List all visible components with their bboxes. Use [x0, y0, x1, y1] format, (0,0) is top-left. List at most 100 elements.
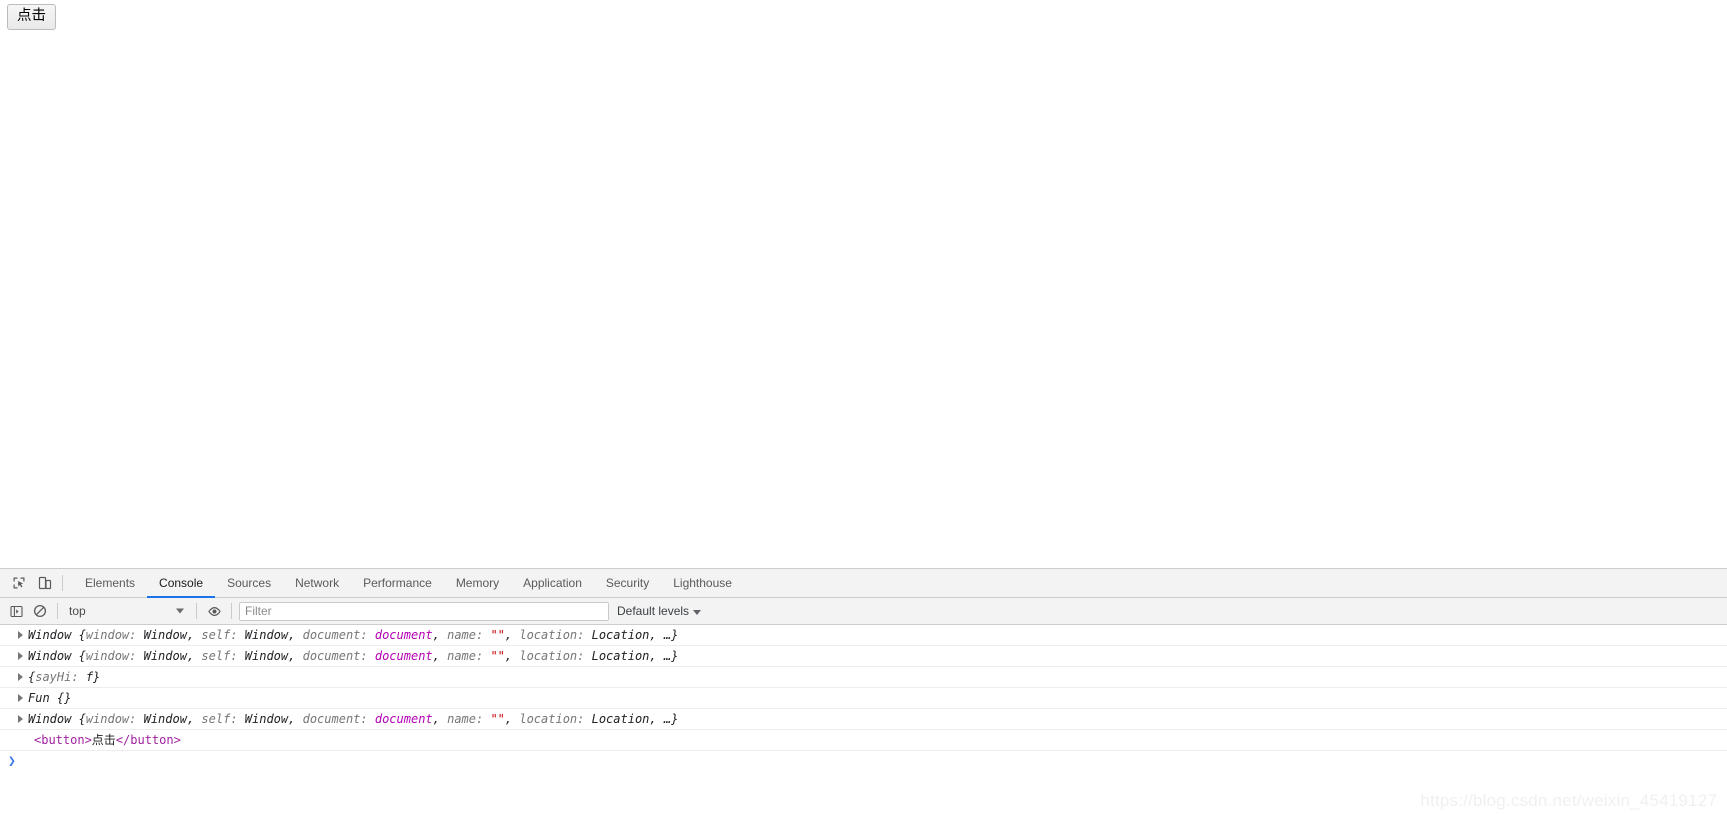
console-message: {sayHi: f} [0, 667, 1727, 688]
console-token: , …} [649, 712, 679, 726]
page-viewport: 点击 [0, 0, 1727, 568]
console-token: , [186, 628, 202, 642]
console-token: location: [519, 712, 592, 726]
console-toolbar-divider-1 [57, 603, 58, 619]
console-token: Fun [28, 691, 57, 705]
console-toolbar: top Default levels [0, 598, 1727, 625]
chevron-down-icon [693, 609, 702, 615]
console-token: self: [201, 628, 245, 642]
console-token: name: [447, 712, 491, 726]
devtools-panel: Elements Console Sources Network Performance… [0, 568, 1727, 814]
console-token: { [78, 628, 86, 642]
inspect-element-icon[interactable] [6, 570, 32, 596]
devtools-tabs: Elements Console Sources Network Performance… [73, 569, 744, 598]
clear-console-icon[interactable] [28, 600, 52, 622]
console-token: , [504, 712, 520, 726]
console-token: Window [28, 649, 79, 663]
console-token: document: [302, 649, 375, 663]
tab-network[interactable]: Network [283, 569, 351, 597]
console-token: { [78, 649, 86, 663]
console-token: , [432, 712, 448, 726]
tab-performance[interactable]: Performance [351, 569, 444, 597]
expand-triangle-icon[interactable] [18, 673, 23, 681]
console-token: window: [85, 628, 144, 642]
console-token: Location [591, 649, 650, 663]
console-message: <button> 点击 </button> [0, 730, 1727, 751]
click-button[interactable]: 点击 [7, 4, 56, 30]
tab-console[interactable]: Console [147, 569, 216, 598]
screen-root: 点击 Elements Console Sources Network Perf… [0, 0, 1727, 814]
execution-context-select[interactable]: top [63, 602, 191, 621]
console-toolbar-divider-2 [196, 603, 197, 619]
console-token: Window [143, 712, 187, 726]
console-token: Location [591, 712, 650, 726]
log-levels-label: Default levels [617, 604, 690, 618]
console-token: } [93, 670, 101, 684]
console-sidebar-icon[interactable] [4, 600, 28, 622]
console-token: Window [244, 649, 289, 663]
log-levels-dropdown[interactable]: Default levels [617, 604, 702, 618]
console-token: , …} [649, 628, 679, 642]
live-expression-eye-icon[interactable] [202, 600, 226, 622]
console-token: sayHi: [35, 670, 86, 684]
console-token: self: [201, 649, 245, 663]
console-token: , [504, 628, 520, 642]
console-filter-input[interactable] [239, 601, 609, 621]
console-token: document [374, 628, 433, 642]
console-token: {} [56, 691, 72, 705]
expand-triangle-icon[interactable] [18, 652, 23, 660]
console-token: Window [244, 712, 289, 726]
console-token: , [288, 649, 303, 663]
tab-memory[interactable]: Memory [444, 569, 511, 597]
console-token: location: [519, 628, 592, 642]
console-message: Window {window: Window, self: Window, do… [0, 625, 1727, 646]
console-token: name: [447, 649, 491, 663]
console-token: window: [85, 712, 144, 726]
console-token: window: [85, 649, 144, 663]
console-token: self: [201, 712, 245, 726]
expand-triangle-icon[interactable] [18, 631, 23, 639]
console-message-list: Window {window: Window, self: Window, do… [0, 625, 1727, 751]
tab-security[interactable]: Security [594, 569, 661, 597]
console-token: Window [28, 712, 79, 726]
console-token: Window [28, 628, 79, 642]
console-token: { [78, 712, 86, 726]
devtools-tool-icons [0, 569, 73, 597]
tab-lighthouse[interactable]: Lighthouse [661, 569, 744, 597]
console-token: "" [490, 649, 505, 663]
console-token: "" [490, 712, 505, 726]
console-token: , [504, 649, 520, 663]
prompt-caret-icon: ❯ [8, 754, 16, 769]
expand-triangle-icon[interactable] [18, 715, 23, 723]
console-token: , [186, 712, 202, 726]
console-token: document [374, 712, 433, 726]
console-token: name: [447, 628, 491, 642]
tab-sources[interactable]: Sources [215, 569, 283, 597]
console-token: , …} [649, 649, 679, 663]
console-token: , [288, 712, 303, 726]
console-token: Window [143, 649, 187, 663]
console-token: , [432, 628, 448, 642]
console-token: </button> [115, 733, 181, 747]
console-token: document [374, 649, 433, 663]
console-token: location: [519, 649, 592, 663]
console-message: Window {window: Window, self: Window, do… [0, 646, 1727, 667]
watermark: https://blog.csdn.net/weixin_45419127 [1420, 791, 1717, 810]
console-token: , [432, 649, 448, 663]
console-token: Location [591, 628, 650, 642]
tab-elements[interactable]: Elements [73, 569, 147, 597]
console-token: document: [302, 628, 375, 642]
device-toolbar-icon[interactable] [32, 570, 58, 596]
console-message: Window {window: Window, self: Window, do… [0, 709, 1727, 730]
devtools-tabstrip: Elements Console Sources Network Performance… [0, 569, 1727, 598]
console-token: Window [244, 628, 289, 642]
console-token: document: [302, 712, 375, 726]
tab-application[interactable]: Application [511, 569, 594, 597]
execution-context-value: top [69, 604, 86, 618]
console-prompt-row[interactable]: ❯ [0, 751, 1727, 772]
toolbar-divider [62, 575, 63, 591]
expand-triangle-icon[interactable] [18, 694, 23, 702]
console-token: 点击 [91, 733, 116, 747]
console-token: , [288, 628, 303, 642]
chevron-down-icon [176, 608, 184, 614]
